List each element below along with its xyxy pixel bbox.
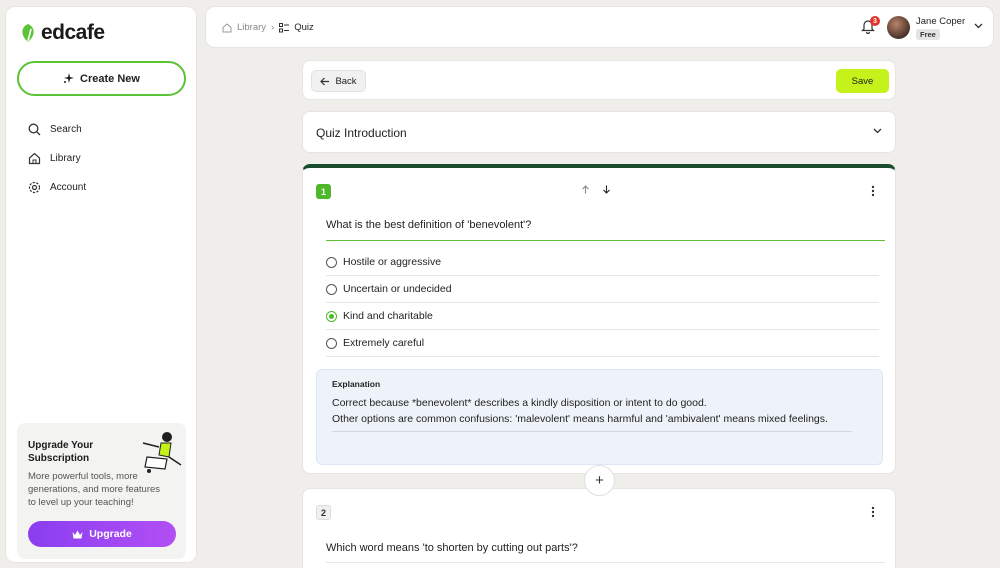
- notification-badge: 3: [870, 16, 880, 26]
- notifications-button[interactable]: 3: [861, 16, 880, 39]
- logo[interactable]: edcafe: [19, 21, 105, 45]
- more-options-icon[interactable]: [871, 185, 875, 197]
- question-card: 2 Which word means 'to shorten by cuttin…: [302, 488, 896, 568]
- gear-icon: [28, 181, 41, 194]
- answer-option[interactable]: Uncertain or undecided: [326, 276, 879, 303]
- search-icon: [28, 123, 41, 136]
- option-label: Hostile or aggressive: [343, 256, 442, 268]
- upgrade-description: More powerful tools, more generations, a…: [28, 471, 161, 508]
- crown-icon: [72, 530, 83, 538]
- option-label: Extremely careful: [343, 337, 425, 349]
- breadcrumb: Library › Quiz: [222, 22, 314, 33]
- chevron-down-icon[interactable]: [873, 128, 882, 134]
- question-text-input[interactable]: Which word means 'to shorten by cutting …: [326, 542, 885, 563]
- create-new-label: Create New: [80, 72, 140, 85]
- save-button[interactable]: Save: [836, 69, 889, 93]
- question-number: 2: [316, 505, 331, 520]
- home-icon: [222, 22, 232, 32]
- answer-option[interactable]: Extremely careful: [326, 330, 879, 357]
- sidebar: edcafe Create New Search Library Account…: [5, 6, 197, 563]
- upgrade-button[interactable]: Upgrade: [28, 521, 176, 547]
- chevron-right-icon: ›: [271, 22, 275, 33]
- user-name[interactable]: Jane Coper: [916, 16, 965, 27]
- question-number: 1: [316, 184, 331, 199]
- sidebar-item-account[interactable]: Account: [28, 173, 86, 202]
- explanation-line: Correct because *benevolent* describes a…: [332, 397, 707, 409]
- plan-badge: Free: [916, 29, 940, 40]
- radio-button[interactable]: [326, 283, 337, 295]
- arrow-left-icon: [320, 77, 330, 85]
- mascot-illustration-icon: [142, 432, 182, 473]
- back-button[interactable]: Back: [311, 70, 366, 92]
- add-question-button[interactable]: +: [584, 465, 615, 496]
- upgrade-title: Upgrade Your Subscription: [28, 440, 94, 464]
- chevron-down-icon[interactable]: [974, 23, 983, 29]
- move-down-icon[interactable]: [602, 185, 611, 194]
- quiz-list-icon: [279, 22, 290, 32]
- sidebar-item-label: Search: [50, 124, 82, 135]
- radio-button[interactable]: [326, 256, 337, 268]
- upgrade-label: Upgrade: [89, 528, 132, 540]
- move-up-icon[interactable]: [581, 185, 590, 194]
- sidebar-nav: Search Library Account: [28, 115, 86, 202]
- breadcrumb-library[interactable]: Library: [237, 22, 266, 33]
- radio-button[interactable]: [326, 337, 337, 349]
- breadcrumb-current: Quiz: [294, 22, 314, 33]
- quiz-introduction-section[interactable]: Quiz Introduction: [302, 111, 896, 153]
- sparkle-icon: [64, 73, 75, 83]
- radio-button-selected[interactable]: [326, 310, 337, 322]
- answer-option[interactable]: Hostile or aggressive: [326, 249, 879, 276]
- answer-option[interactable]: Kind and charitable: [326, 303, 879, 330]
- editor-header: Back Save: [302, 60, 896, 100]
- create-new-button[interactable]: Create New: [17, 61, 186, 96]
- question-card: 1 What is the best definition of 'benevo…: [302, 164, 896, 474]
- question-text-input[interactable]: What is the best definition of 'benevole…: [326, 219, 885, 241]
- explanation-box: Explanation Correct because *benevolent*…: [316, 369, 883, 465]
- upgrade-card: Upgrade Your Subscription More powerful …: [17, 423, 186, 559]
- explanation-line: Other options are common confusions: 'ma…: [332, 413, 828, 425]
- option-label: Uncertain or undecided: [343, 283, 452, 295]
- sidebar-item-label: Account: [50, 182, 87, 193]
- intro-title: Quiz Introduction: [316, 126, 407, 140]
- answer-options: Hostile or aggressive Uncertain or undec…: [326, 249, 879, 357]
- option-label: Kind and charitable: [343, 310, 433, 322]
- leaf-logo-icon: [22, 24, 34, 42]
- top-bar: Library › Quiz 3 Jane Coper Free: [205, 6, 994, 48]
- explanation-text-input[interactable]: Correct because *benevolent* describes a…: [332, 395, 852, 432]
- sidebar-item-search[interactable]: Search: [28, 115, 86, 144]
- home-icon: [28, 152, 41, 165]
- back-label: Back: [335, 75, 357, 87]
- sidebar-item-library[interactable]: Library: [28, 144, 86, 173]
- avatar[interactable]: [887, 16, 910, 39]
- app-name: edcafe: [41, 21, 105, 44]
- more-options-icon[interactable]: [871, 506, 875, 518]
- sidebar-item-label: Library: [50, 153, 81, 164]
- explanation-title: Explanation: [332, 379, 381, 389]
